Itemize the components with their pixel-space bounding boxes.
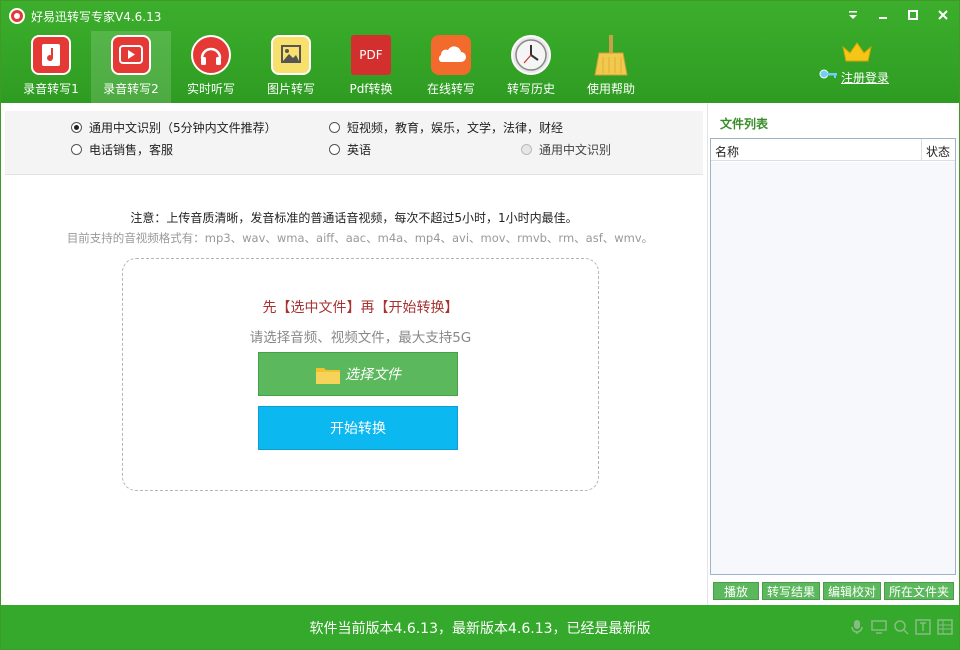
- minimize-button[interactable]: [875, 7, 891, 23]
- table-icon[interactable]: [937, 619, 953, 635]
- supported-formats: 目前支持的音视频格式有：mp3、wav、wma、aiff、aac、m4a、mp4…: [66, 231, 654, 245]
- folder-icon: [315, 365, 340, 384]
- translate-icon[interactable]: [915, 619, 931, 635]
- play-button[interactable]: 播放: [713, 582, 759, 600]
- tool-realtime-dictation[interactable]: 实时听写: [171, 31, 251, 103]
- top-bar: 好易迅转写专家V4.6.13 录音转写1 录音转写2 实时听写 图片转写 PDF…: [1, 1, 959, 103]
- window-title: 好易迅转写专家V4.6.13: [31, 10, 162, 24]
- open-folder-button[interactable]: 所在文件夹: [884, 582, 955, 600]
- option-label: 电话销售，客服: [89, 143, 174, 157]
- app-window: 好易迅转写专家V4.6.13 录音转写1 录音转写2 实时听写 图片转写 PDF…: [0, 0, 960, 650]
- select-file-button[interactable]: 选择文件: [258, 352, 458, 396]
- cloud-icon: [431, 35, 471, 75]
- tool-record-transcribe-1[interactable]: 录音转写1: [11, 31, 91, 103]
- file-list-actions: 播放 转写结果 编辑校对 所在文件夹: [713, 582, 955, 600]
- pdf-icon: PDF: [351, 35, 391, 75]
- monitor-icon[interactable]: [871, 619, 887, 635]
- play-icon: [111, 35, 151, 75]
- tool-pdf-convert[interactable]: PDF Pdf转换: [331, 31, 411, 103]
- menu-dropdown-icon[interactable]: [845, 7, 861, 23]
- file-list-header: 名称 状态: [711, 139, 955, 161]
- tool-label: 在线转写: [426, 82, 475, 96]
- tool-image-transcribe[interactable]: 图片转写: [251, 31, 331, 103]
- main-toolbar: 录音转写1 录音转写2 实时听写 图片转写 PDF Pdf转换 在线转写 转写历…: [11, 31, 651, 103]
- crown-icon: [841, 41, 872, 63]
- transcribe-result-button[interactable]: 转写结果: [762, 582, 821, 600]
- start-convert-button[interactable]: 开始转换: [258, 406, 458, 450]
- column-header-name[interactable]: 名称: [715, 143, 739, 160]
- option-label: 短视频，教育，娱乐，文学，法律，财经: [347, 121, 564, 135]
- file-drop-zone[interactable]: 先【选中文件】再【开始转换】 请选择音频、视频文件，最大支持5G 选择文件 开始…: [122, 258, 599, 491]
- music-note-icon: [31, 35, 71, 75]
- search-icon[interactable]: [893, 619, 909, 635]
- option-phone-sales[interactable]: 电话销售，客服: [71, 141, 173, 158]
- option-general-chinese-short[interactable]: 通用中文识别（5分钟内文件推荐）: [71, 119, 277, 136]
- option-label: 通用中文识别（5分钟内文件推荐）: [89, 121, 277, 135]
- select-file-label: 选择文件: [345, 367, 401, 383]
- close-button[interactable]: [935, 7, 951, 23]
- dropzone-title: 先【选中文件】再【开始转换】: [262, 300, 459, 316]
- file-list-panel: 文件列表 名称 状态 播放 转写结果 编辑校对 所在文件夹: [707, 103, 959, 605]
- option-video-education[interactable]: 短视频，教育，娱乐，文学，法律，财经: [329, 119, 563, 136]
- broom-icon: [591, 35, 631, 76]
- microphone-icon[interactable]: [849, 619, 865, 635]
- image-icon: [271, 35, 311, 75]
- register-login-link[interactable]: 注册登录: [819, 69, 889, 86]
- register-area: 注册登录: [819, 41, 899, 91]
- window-controls: [845, 7, 951, 23]
- tool-label: 录音转写2: [103, 82, 159, 96]
- upload-notice: 注意：上传音质清晰，发音标准的普通话音视频，每次不超过5小时，1小时内最佳。: [130, 211, 578, 225]
- tool-label: 使用帮助: [586, 82, 635, 96]
- headphones-icon: [191, 35, 231, 75]
- tool-transcribe-history[interactable]: 转写历史: [491, 31, 571, 103]
- file-list-body[interactable]: [711, 162, 955, 574]
- tool-help[interactable]: 使用帮助: [571, 31, 651, 103]
- tool-online-transcribe[interactable]: 在线转写: [411, 31, 491, 103]
- radio-button[interactable]: [71, 122, 82, 133]
- status-icons: [849, 619, 953, 635]
- tool-label: 实时听写: [186, 82, 235, 96]
- tool-label: Pdf转换: [349, 82, 393, 96]
- tool-label: 图片转写: [266, 82, 315, 96]
- maximize-button[interactable]: [905, 7, 921, 23]
- option-label: 通用中文识别: [539, 143, 612, 157]
- version-status: 软件当前版本4.6.13，最新版本4.6.13，已经是最新版: [309, 621, 651, 637]
- radio-button[interactable]: [71, 144, 82, 155]
- option-label: 英语: [347, 143, 372, 157]
- radio-button[interactable]: [329, 122, 340, 133]
- file-list-table[interactable]: 名称 状态: [710, 138, 956, 575]
- tool-label: 转写历史: [506, 82, 555, 96]
- radio-button[interactable]: [329, 144, 340, 155]
- column-header-status[interactable]: 状态: [921, 139, 955, 161]
- title-bar: 好易迅转写专家V4.6.13: [1, 1, 959, 31]
- main-panel: 通用中文识别（5分钟内文件推荐） 短视频，教育，娱乐，文学，法律，财经 电话销售…: [1, 103, 707, 605]
- radio-button: [521, 144, 532, 155]
- option-general-chinese: 通用中文识别: [521, 141, 611, 158]
- app-logo-icon: [9, 8, 25, 24]
- clock-icon: [511, 35, 551, 75]
- file-list-title: 文件列表: [720, 117, 769, 131]
- recognition-options: 通用中文识别（5分钟内文件推荐） 短视频，教育，娱乐，文学，法律，财经 电话销售…: [5, 111, 703, 175]
- option-english[interactable]: 英语: [329, 141, 371, 158]
- tool-record-transcribe-2[interactable]: 录音转写2: [91, 31, 171, 103]
- edit-proofread-button[interactable]: 编辑校对: [823, 582, 882, 600]
- status-bar: 软件当前版本4.6.13，最新版本4.6.13，已经是最新版: [1, 605, 959, 649]
- tool-label: 录音转写1: [23, 82, 79, 96]
- dropzone-subtitle: 请选择音频、视频文件，最大支持5G: [249, 330, 472, 346]
